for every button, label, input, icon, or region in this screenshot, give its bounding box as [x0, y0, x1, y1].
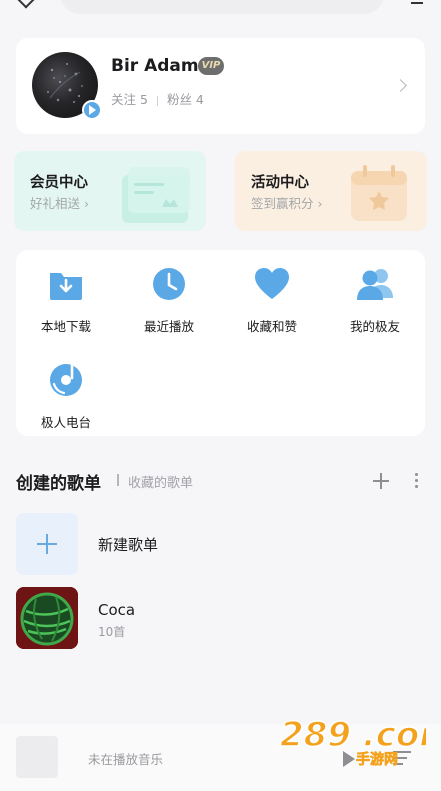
- divider: [117, 474, 119, 486]
- quick-action-label: 极人电台: [40, 415, 91, 430]
- watermark-number: 289 .com: [280, 715, 426, 755]
- divider: [156, 95, 158, 106]
- quick-action-label: 最近播放: [143, 319, 194, 334]
- playlist-song-count: 10首: [98, 625, 126, 639]
- activity-center-subtitle: 签到赢积分 ›: [251, 196, 323, 211]
- following-count[interactable]: 关注 5: [111, 92, 148, 107]
- top-bar: [0, 0, 441, 22]
- quick-action-label: 我的极友: [349, 319, 400, 334]
- player-artwork: [16, 736, 58, 778]
- activity-center-title: 活动中心: [251, 175, 309, 191]
- follow-stats: 关注 5 粉丝 4: [111, 89, 204, 108]
- watermark-subtext: 手游网: [356, 751, 398, 768]
- followers-count[interactable]: 粉丝 4: [167, 92, 204, 107]
- clock-icon: [153, 268, 185, 300]
- created-playlists-tab[interactable]: 创建的歌单: [16, 469, 101, 494]
- list-item[interactable]: Coca 10首: [16, 587, 425, 651]
- playlist-cover: [16, 587, 78, 649]
- add-playlist-icon[interactable]: [372, 472, 390, 490]
- player-status: 未在播放音乐: [88, 752, 164, 767]
- quick-action-friends[interactable]: 我的极友: [325, 264, 425, 335]
- playlist-name: Coca: [98, 601, 136, 619]
- play-badge-icon: [82, 100, 102, 120]
- list-item[interactable]: 新建歌单: [16, 513, 425, 577]
- menu-icon[interactable]: [411, 0, 423, 4]
- chevron-right-icon[interactable]: [394, 79, 407, 92]
- radio-disc-icon: [50, 363, 82, 396]
- quick-action-label: 收藏和赞: [246, 319, 297, 334]
- download-folder-icon: [50, 273, 82, 300]
- activity-center-card[interactable]: 活动中心 签到赢积分 ›: [235, 151, 427, 231]
- quick-action-favorites[interactable]: 收藏和赞: [222, 264, 322, 335]
- calendar-star-icon: [351, 165, 407, 221]
- member-center-title: 会员中心: [30, 175, 88, 191]
- back-icon[interactable]: [17, 0, 35, 9]
- quick-action-local-download[interactable]: 本地下载: [16, 264, 116, 335]
- quick-action-recent[interactable]: 最近播放: [119, 264, 219, 335]
- member-center-subtitle: 好礼相送 ›: [30, 196, 89, 211]
- playlist-name: 新建歌单: [98, 536, 159, 554]
- more-options-icon[interactable]: [412, 471, 422, 491]
- quick-action-label: 本地下载: [40, 319, 91, 334]
- username: Bir Adam: [111, 56, 199, 76]
- card-gift-icon: [122, 167, 190, 223]
- profile-card[interactable]: Bir Adam VIP 关注 5 粉丝 4: [16, 38, 425, 134]
- search-bar[interactable]: [60, 0, 384, 14]
- quick-action-radio[interactable]: 极人电台: [16, 360, 116, 431]
- vip-badge[interactable]: VIP: [198, 57, 224, 75]
- heart-icon: [255, 268, 289, 299]
- member-center-card[interactable]: 会员中心 好礼相送 ›: [14, 151, 206, 231]
- friends-icon: [357, 269, 393, 300]
- collected-playlists-tab[interactable]: 收藏的歌单: [128, 472, 193, 491]
- watermark-logo: 289 .com 手游网: [276, 708, 441, 770]
- quick-actions-card: 本地下载 最近播放 收藏和赞 我的极友 极人电台: [16, 250, 425, 436]
- new-playlist-icon[interactable]: [16, 513, 78, 575]
